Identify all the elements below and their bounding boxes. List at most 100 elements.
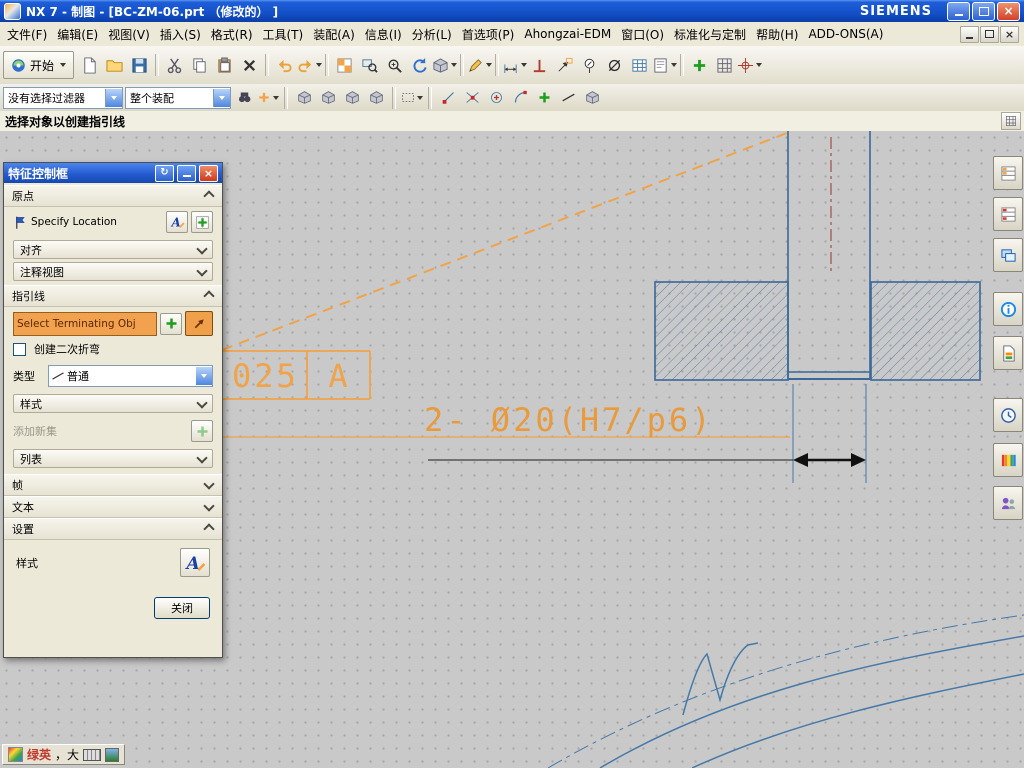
group-header-settings[interactable]: 设置 [4, 518, 222, 540]
dialog-close-button[interactable]: 关闭 [154, 597, 210, 619]
type-combo[interactable]: 普通 [48, 365, 213, 387]
menu-item-addons[interactable]: ADD-ONS(A) [803, 24, 888, 44]
menu-item-file[interactable]: 文件(F) [2, 23, 52, 46]
combo-arrow-icon[interactable] [213, 88, 230, 107]
ime-bar[interactable]: 绿英 ，大 [2, 744, 126, 765]
leader-select-button[interactable] [185, 311, 213, 336]
ime-mode-text[interactable]: 绿英 [27, 746, 51, 763]
ime-logo-icon[interactable] [8, 747, 23, 762]
menu-item-analysis[interactable]: 分析(L) [407, 23, 457, 46]
menu-item-assemblies[interactable]: 装配(A) [308, 23, 360, 46]
style-bar[interactable]: 样式 [13, 394, 213, 413]
ime-state-text[interactable]: ，大 [55, 746, 79, 763]
annotation-view-bar[interactable]: 注释视图 [13, 262, 213, 281]
menu-item-help[interactable]: 帮助(H) [751, 23, 803, 46]
add-selection-button[interactable] [257, 87, 279, 108]
grid-button[interactable] [712, 53, 737, 78]
point-button[interactable] [687, 53, 712, 78]
combo-arrow-icon[interactable] [105, 88, 122, 107]
style-editor-button[interactable] [166, 211, 188, 233]
fit-view-button[interactable] [357, 53, 382, 78]
balloon-note-button[interactable] [577, 53, 602, 78]
dialog-minimize-button[interactable] [177, 164, 196, 182]
internet-button[interactable] [993, 292, 1023, 326]
keyboard-icon[interactable] [83, 748, 102, 761]
menu-item-format[interactable]: 格式(R) [206, 23, 258, 46]
orient-view-button[interactable] [432, 53, 458, 78]
open-button[interactable] [102, 53, 127, 78]
linear-dimension-button[interactable] [502, 53, 528, 78]
start-button[interactable]: 开始 [3, 51, 75, 79]
note-button[interactable] [652, 53, 678, 78]
roles-button[interactable] [993, 486, 1023, 520]
fcf-datum-text[interactable]: A [328, 357, 347, 395]
group-header-text[interactable]: 文本 [4, 496, 222, 518]
delete-button[interactable] [237, 53, 262, 78]
align-bar[interactable]: 对齐 [13, 240, 213, 259]
new-file-button[interactable] [77, 53, 102, 78]
close-button[interactable]: × [997, 1, 1020, 21]
cut-button[interactable] [162, 53, 187, 78]
sketch-button[interactable] [467, 53, 493, 78]
part-section-geometry[interactable] [654, 131, 981, 381]
menu-item-insert[interactable]: 插入(S) [155, 23, 206, 46]
add-new-set-button[interactable] [191, 420, 213, 442]
menu-item-customize[interactable]: 标准化与定制 [669, 23, 751, 46]
menu-item-edit[interactable]: 编辑(E) [52, 23, 103, 46]
select-terminating-field[interactable]: Select Terminating Obj [13, 311, 157, 336]
mdi-restore-button[interactable] [980, 25, 999, 43]
dialog-title-bar[interactable]: 特征控制框 ↻ × [4, 163, 222, 183]
group-header-leader[interactable]: 指引线 [4, 285, 222, 307]
minimize-button[interactable] [947, 1, 970, 21]
menu-item-ahongzai-edm[interactable]: Ahongzai-EDM [519, 24, 616, 44]
add-leader-button[interactable] [160, 312, 182, 335]
snap-center-button[interactable] [485, 87, 507, 108]
snap-quadrant-button[interactable] [509, 87, 531, 108]
double-bend-checkbox[interactable] [13, 342, 26, 356]
shaded-view-button-1[interactable] [293, 87, 315, 108]
shaded-view-button-2[interactable] [317, 87, 339, 108]
dimension-text[interactable]: 2- Ø20(H7/p6) [424, 401, 713, 439]
settings-style-button[interactable] [180, 548, 210, 577]
save-button[interactable] [127, 53, 152, 78]
menu-item-view[interactable]: 视图(V) [103, 23, 155, 46]
selection-scope-combo[interactable]: 整个装配 [125, 86, 231, 109]
paste-button[interactable] [212, 53, 237, 78]
undo-button[interactable] [272, 53, 297, 78]
shaded-view-button-4[interactable] [365, 87, 387, 108]
history-button[interactable] [993, 398, 1023, 432]
group-header-frame[interactable]: 帧 [4, 474, 222, 496]
perpendicular-button[interactable] [527, 53, 552, 78]
combo-arrow-icon[interactable] [196, 367, 212, 385]
diameter-dimension-button[interactable] [602, 53, 627, 78]
mdi-minimize-button[interactable] [960, 25, 979, 43]
group-header-origin[interactable]: 原点 [4, 185, 222, 207]
ime-panel-icon[interactable] [105, 747, 120, 762]
rectangle-select-button[interactable] [401, 87, 423, 108]
display-mode-button[interactable] [332, 53, 357, 78]
restore-button[interactable] [972, 1, 995, 21]
snap-point-button[interactable] [533, 87, 555, 108]
table-button[interactable] [627, 53, 652, 78]
redo-button[interactable] [297, 53, 323, 78]
reuse-library-button[interactable] [993, 336, 1023, 370]
menu-item-window[interactable]: 窗口(O) [616, 23, 669, 46]
refresh-button[interactable] [407, 53, 432, 78]
dialog-close-x-button[interactable]: × [199, 164, 218, 182]
assembly-navigator-button[interactable] [993, 156, 1023, 190]
snap-endpoint-button[interactable] [437, 87, 459, 108]
list-bar[interactable]: 列表 [13, 449, 213, 468]
menu-item-preferences[interactable]: 首选项(P) [457, 23, 520, 46]
point-constructor-button[interactable] [191, 211, 213, 233]
fcf-value-text[interactable]: 025 [232, 357, 299, 395]
zoom-button[interactable] [382, 53, 407, 78]
snap-leader-button[interactable] [557, 87, 579, 108]
constraint-navigator-button[interactable] [993, 197, 1023, 231]
menu-item-information[interactable]: 信息(I) [360, 23, 407, 46]
title-bar[interactable]: NX 7 - 制图 - [BC-ZM-06.prt （修改的） ] SIEMEN… [0, 0, 1024, 22]
selection-filter-combo[interactable]: 没有选择过滤器 [3, 86, 123, 109]
materials-button[interactable] [993, 443, 1023, 477]
mdi-close-button[interactable]: × [1000, 25, 1019, 43]
menu-item-tools[interactable]: 工具(T) [258, 23, 309, 46]
find-button[interactable] [233, 87, 255, 108]
